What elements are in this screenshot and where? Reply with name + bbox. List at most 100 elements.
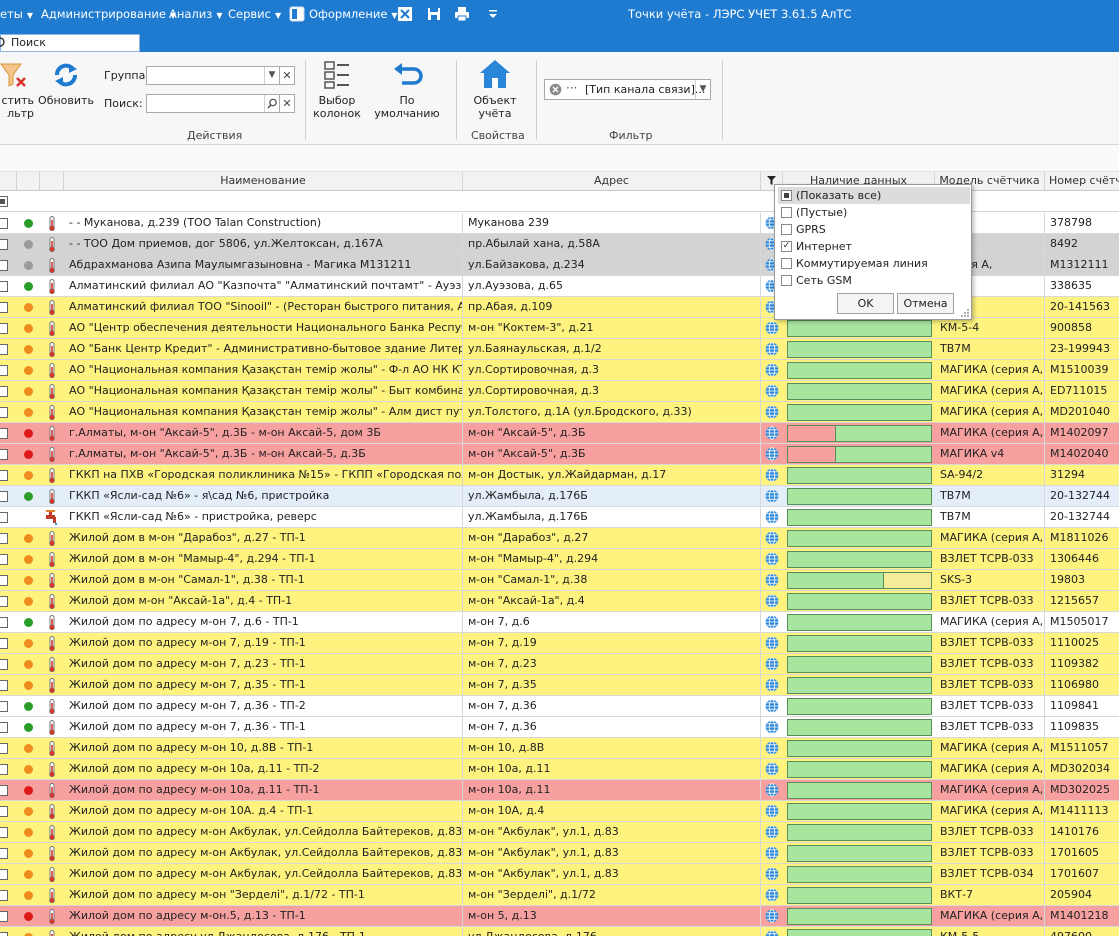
table-row[interactable]: Жилой дом по адресу ул.Джандосова, д.176… — [0, 927, 1119, 936]
cell-number[interactable]: 1701607 — [1045, 864, 1119, 884]
row-checkbox[interactable] — [0, 344, 8, 355]
cell-number[interactable]: 23-199943 — [1045, 339, 1119, 359]
cell-address[interactable]: м-он "Дарабоз", д.27 — [463, 528, 761, 548]
print-icon[interactable] — [454, 6, 470, 22]
cell-address[interactable]: м-он "Акбулак", ул.1, д.83 — [463, 822, 761, 842]
cell-name[interactable]: Жилой дом по адресу м-он 7, д.36 - ТП-1 — [64, 717, 463, 737]
row-checkbox[interactable] — [0, 239, 8, 250]
cell-name[interactable]: Жилой дом м-он "Аксай-1а", д.4 - ТП-1 — [64, 591, 463, 611]
cell-model[interactable]: МАГИКА (серия А, — [935, 738, 1045, 758]
table-row[interactable]: Жилой дом м-он "Аксай-1а", д.4 - ТП-1 м-… — [0, 591, 1119, 612]
option-checkbox[interactable]: ✓ — [781, 241, 792, 252]
table-row[interactable]: ГККП на ПХВ «Городская поликлиника №15» … — [0, 465, 1119, 486]
reset-filter-button[interactable]: стить льтр — [0, 60, 34, 120]
column-header-type[interactable] — [40, 172, 64, 191]
cell-number[interactable]: 1410176 — [1045, 822, 1119, 842]
cell-name[interactable]: АО "Национальная компания Қазақстан темі… — [64, 402, 463, 422]
cell-model[interactable]: ТВ7М — [935, 486, 1045, 506]
cell-number[interactable]: M1402097 — [1045, 423, 1119, 443]
table-row[interactable]: АО "Банк Центр Кредит" - Административно… — [0, 339, 1119, 360]
cell-model[interactable]: МАГИКА (серия А, — [935, 423, 1045, 443]
cell-name[interactable]: ГККП «Ясли-сад №6» - я\сад №6, пристройк… — [64, 486, 463, 506]
cell-address[interactable]: ул.Жамбыла, д.176Б — [463, 486, 761, 506]
cell-address[interactable]: м-он 7, д.36 — [463, 696, 761, 716]
row-checkbox[interactable] — [0, 911, 8, 922]
row-checkbox[interactable] — [0, 260, 8, 271]
table-row[interactable]: АО "Национальная компания Қазақстан темі… — [0, 381, 1119, 402]
row-checkbox[interactable] — [0, 932, 8, 936]
cell-number[interactable]: 20-132744 — [1045, 507, 1119, 527]
row-checkbox[interactable] — [0, 533, 8, 544]
cell-number[interactable]: 1215657 — [1045, 591, 1119, 611]
table-row[interactable]: Жилой дом по адресу м-он Акбулак, ул.Сей… — [0, 822, 1119, 843]
cell-model[interactable]: ВЗЛЕТ ТСРВ-033 — [935, 822, 1045, 842]
table-row[interactable]: Жилой дом в м-он "Мамыр-4", д.294 - ТП-1… — [0, 549, 1119, 570]
row-checkbox[interactable] — [0, 659, 8, 670]
table-row[interactable]: АО "Национальная компания Қазақстан темі… — [0, 360, 1119, 381]
table-row[interactable]: Жилой дом по адресу м-он Акбулак, ул.Сей… — [0, 864, 1119, 885]
cell-name[interactable]: Жилой дом в м-он "Мамыр-4", д.294 - ТП-1 — [64, 549, 463, 569]
cell-name[interactable]: ГККП на ПХВ «Городская поликлиника №15» … — [64, 465, 463, 485]
table-row[interactable]: АО "Центр обеспечения деятельности Нацио… — [0, 318, 1119, 339]
filter-option[interactable]: (Пустые) — [778, 204, 970, 221]
meter-object-button[interactable]: Объект учёта — [468, 58, 522, 120]
cell-address[interactable]: м-он "Акбулак", ул.1, д.83 — [463, 843, 761, 863]
option-checkbox[interactable] — [781, 275, 792, 286]
row-checkbox[interactable] — [0, 764, 8, 775]
cell-address[interactable]: м-он "Акбулак", ул.1, д.83 — [463, 864, 761, 884]
cell-model[interactable]: МАГИКА (серия А, — [935, 612, 1045, 632]
cell-address[interactable]: м-он 7, д.35 — [463, 675, 761, 695]
row-checkbox[interactable] — [0, 722, 8, 733]
refresh-button[interactable]: Обновить — [38, 60, 94, 107]
column-header-name[interactable]: Наименование — [64, 172, 463, 191]
search-input[interactable] — [146, 94, 280, 113]
filter-option[interactable]: Коммутируемая линия — [778, 255, 970, 272]
table-row[interactable]: Жилой дом в м-он "Самал-1", д.38 - ТП-1 … — [0, 570, 1119, 591]
ok-button[interactable]: OK — [837, 293, 894, 314]
cell-name[interactable]: Жилой дом по адресу м-он 10а, д.11 - ТП-… — [64, 780, 463, 800]
cell-model[interactable]: ВЗЛЕТ ТСРВ-033 — [935, 591, 1045, 611]
group-combo[interactable]: ▼ — [146, 66, 280, 85]
cell-number[interactable]: 1106980 — [1045, 675, 1119, 695]
cell-name[interactable]: Жилой дом по адресу м-он 10, д.8В - ТП-1 — [64, 738, 463, 758]
column-header-status[interactable] — [17, 172, 40, 191]
option-checkbox[interactable] — [781, 224, 792, 235]
cell-address[interactable]: м-он 10а, д.11 — [463, 759, 761, 779]
cell-address[interactable]: м-он "Коктем-3", д.21 — [463, 318, 761, 338]
table-row[interactable]: Жилой дом по адресу м-он 10а, д.11 - ТП-… — [0, 780, 1119, 801]
cell-address[interactable]: пр.Абылай хана, д.58А — [463, 234, 761, 254]
row-checkbox[interactable] — [0, 680, 8, 691]
cell-name[interactable]: Алматинский филиал АО "Казпочта" "Алмати… — [64, 276, 463, 296]
row-checkbox[interactable] — [0, 575, 8, 586]
table-row[interactable]: Жилой дом по адресу м-он 7, д.23 - ТП-1 м… — [0, 654, 1119, 675]
cell-number[interactable]: MD302025 — [1045, 780, 1119, 800]
cell-number[interactable]: 1701605 — [1045, 843, 1119, 863]
cell-name[interactable]: Алматинский филиал ТОО "Sinooil" - (Рест… — [64, 297, 463, 317]
row-checkbox[interactable] — [0, 365, 8, 376]
cell-address[interactable]: м-он "Аксай-5", д.3Б — [463, 423, 761, 443]
cell-name[interactable]: Абдрахманова Азипа Маулымгазыновна - Маг… — [64, 255, 463, 275]
row-checkbox[interactable] — [0, 281, 8, 292]
row-checkbox[interactable] — [0, 428, 8, 439]
cell-number[interactable]: M1401218 — [1045, 906, 1119, 926]
menu-administration[interactable]: Администрирование ▼ — [41, 0, 176, 28]
cell-name[interactable]: г.Алматы, м-он "Аксай-5", д.3Б - м-он Ак… — [64, 444, 463, 464]
row-checkbox[interactable] — [0, 827, 8, 838]
menu-analysis[interactable]: Анализ ▼ — [169, 0, 223, 28]
option-checkbox[interactable] — [781, 258, 792, 269]
row-checkbox[interactable] — [0, 470, 8, 481]
filter-option[interactable]: GPRS — [778, 221, 970, 238]
cell-address[interactable]: ул.Баянаульская, д.1/2 — [463, 339, 761, 359]
row-checkbox[interactable] — [0, 449, 8, 460]
row-checkbox[interactable] — [0, 218, 8, 229]
cell-address[interactable]: м-он 7, д.19 — [463, 633, 761, 653]
cell-name[interactable]: Жилой дом по адресу м-он 7, д.23 - ТП-1 — [64, 654, 463, 674]
row-checkbox[interactable] — [0, 596, 8, 607]
cell-name[interactable]: Жилой дом в м-он "Дарабоз", д.27 - ТП-1 — [64, 528, 463, 548]
cell-number[interactable]: M1510039 — [1045, 360, 1119, 380]
cell-name[interactable]: Жилой дом по адресу м-он Акбулак, ул.Сей… — [64, 864, 463, 884]
cell-address[interactable]: ул.Толстого, д.1А (ул.Бродского, д.33) — [463, 402, 761, 422]
filter-option[interactable]: Сеть GSM — [778, 272, 970, 289]
cell-number[interactable]: 20-141563 — [1045, 297, 1119, 317]
tab-search[interactable]: Поиск — [0, 34, 140, 52]
